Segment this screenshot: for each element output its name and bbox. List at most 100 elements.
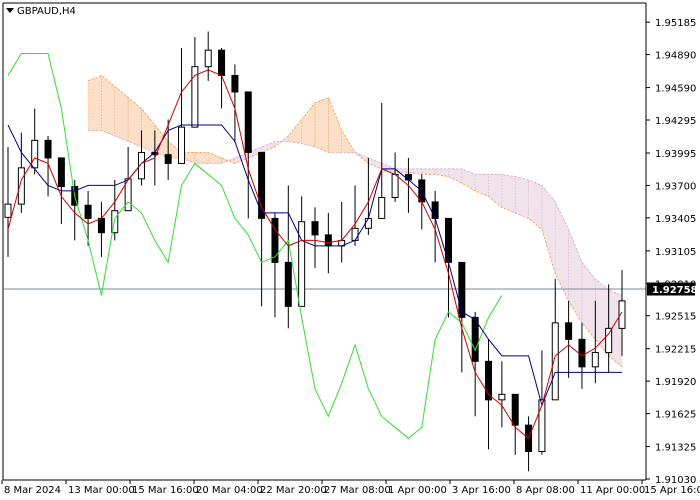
candle-body-bullish [364, 217, 372, 229]
x-tick-label: 27 Mar 08:00 [324, 485, 391, 496]
x-tick-label: 13 Mar 00:00 [68, 485, 135, 496]
cloud-segment [541, 184, 556, 274]
x-tick-label: 15 Apr 16:00 [644, 485, 700, 496]
candle-body-bearish [565, 322, 573, 340]
candle [84, 190, 92, 246]
cloud-segment [408, 168, 423, 175]
candle-body-bullish [378, 197, 386, 219]
x-tick-label: 8 Mar 2024 [4, 485, 61, 496]
y-tick-label: 1.93405 [655, 214, 696, 225]
y-tick-label: 1.92515 [655, 312, 696, 323]
y-tick-label: 1.91325 [655, 443, 696, 454]
candle [324, 212, 332, 274]
y-tick-label: 1.93105 [655, 247, 696, 258]
candle-body-bearish [471, 316, 479, 362]
cloud-segment [207, 151, 222, 164]
y-tick-label: 1.91625 [655, 410, 696, 421]
y-tick-label: 1.94590 [655, 84, 696, 95]
candle [538, 350, 546, 455]
candle-body-bearish [244, 91, 252, 153]
x-tick-label: 22 Mar 20:00 [260, 485, 327, 496]
x-tick-label: 20 Mar 04:00 [196, 485, 263, 496]
candle [97, 201, 105, 257]
candle-body-bullish [298, 221, 306, 307]
candle-body-bullish [605, 327, 613, 354]
candle [551, 278, 559, 401]
cloud-segment [474, 174, 489, 197]
candle [391, 152, 399, 202]
candle-body-bearish [431, 201, 439, 219]
candle-body-bullish [498, 393, 506, 401]
candle [178, 47, 186, 164]
x-axis-ticks: 8 Mar 2024 13 Mar 00:0015 Mar 16:0020 Mar… [1, 480, 700, 496]
chart-window[interactable]: 1.95185 1.94890 1.94590 1.94295 1.93995 1.937… [0, 0, 700, 500]
candle [525, 416, 533, 472]
price-tag-value: 1.92758 [652, 285, 698, 296]
candle-body-bearish [458, 261, 466, 318]
chikou-span-line [7, 52, 503, 439]
y-axis-ticks: 1.95185 1.94890 1.94590 1.94295 1.93995 1.937… [646, 18, 696, 486]
cloud-segment [421, 168, 436, 175]
dropdown-triangle-icon[interactable] [6, 8, 14, 13]
x-tick-label: 3 Apr 16:00 [452, 485, 511, 496]
candle-body-bearish [164, 154, 172, 164]
x-tick-label: 11 Apr 00:00 [580, 485, 645, 496]
candle-body-bearish [97, 217, 105, 234]
candle [44, 135, 52, 197]
y-tick-label: 1.93995 [655, 149, 696, 160]
x-tick-label: 8 Apr 08:00 [516, 485, 575, 496]
candle-body-bearish [44, 139, 52, 159]
cloud-segment [114, 85, 129, 142]
candle [458, 261, 466, 373]
candle [338, 201, 346, 263]
price-chart[interactable]: 1.95185 1.94890 1.94590 1.94295 1.93995 1.937… [0, 0, 700, 500]
cloud-segment [461, 168, 476, 192]
cloud-segment [514, 176, 529, 219]
cloud-segment [448, 168, 463, 184]
candle-body-bullish [591, 352, 599, 368]
candle-body-bearish [57, 157, 65, 188]
y-tick-label: 1.91920 [655, 377, 696, 388]
cloud-segment [301, 102, 316, 148]
candle [204, 31, 212, 81]
candle [284, 185, 292, 329]
y-tick-label: 1.93700 [655, 181, 696, 192]
x-tick-label: 15 Mar 16:00 [132, 485, 199, 496]
candle [31, 108, 39, 175]
candle-body-bearish [218, 49, 226, 76]
candle-body-bearish [311, 221, 319, 236]
candle [17, 132, 25, 213]
cloud-segment [141, 107, 156, 153]
y-tick-label: 1.94295 [655, 116, 696, 127]
candle [191, 36, 199, 128]
cloud-segment [87, 75, 102, 131]
candle-body-bullish [551, 322, 559, 401]
cloud-segment [288, 118, 302, 144]
candle [298, 196, 306, 307]
symbol-header[interactable]: GBPAUD,H4 [6, 6, 76, 17]
candle-body-bearish [284, 261, 292, 307]
candle-body-bearish [511, 393, 519, 426]
candle-body-bullish [538, 399, 546, 453]
candle-body-bearish [324, 234, 332, 247]
candle-body-bullish [391, 173, 399, 199]
symbol-label: GBPAUD,H4 [17, 6, 76, 17]
candle [498, 361, 506, 428]
candle [4, 146, 12, 257]
price-tag: 1.92758 [647, 282, 698, 296]
cloud-segment [368, 157, 383, 170]
candle-body-bullish [204, 49, 212, 68]
candle-body-bullish [31, 139, 39, 169]
candle-body-bullish [351, 227, 359, 241]
candle [565, 300, 573, 378]
candle [378, 102, 386, 219]
y-tick-label: 1.92215 [655, 345, 696, 356]
candle-body-bearish [404, 173, 412, 181]
cloud-segment [261, 140, 276, 153]
cloud-segment [528, 179, 543, 231]
candle [124, 146, 132, 212]
y-tick-label: 1.95185 [655, 18, 696, 29]
cloud-segment [127, 96, 142, 148]
cloud-segment [314, 97, 329, 153]
cloud-segment [194, 152, 209, 164]
